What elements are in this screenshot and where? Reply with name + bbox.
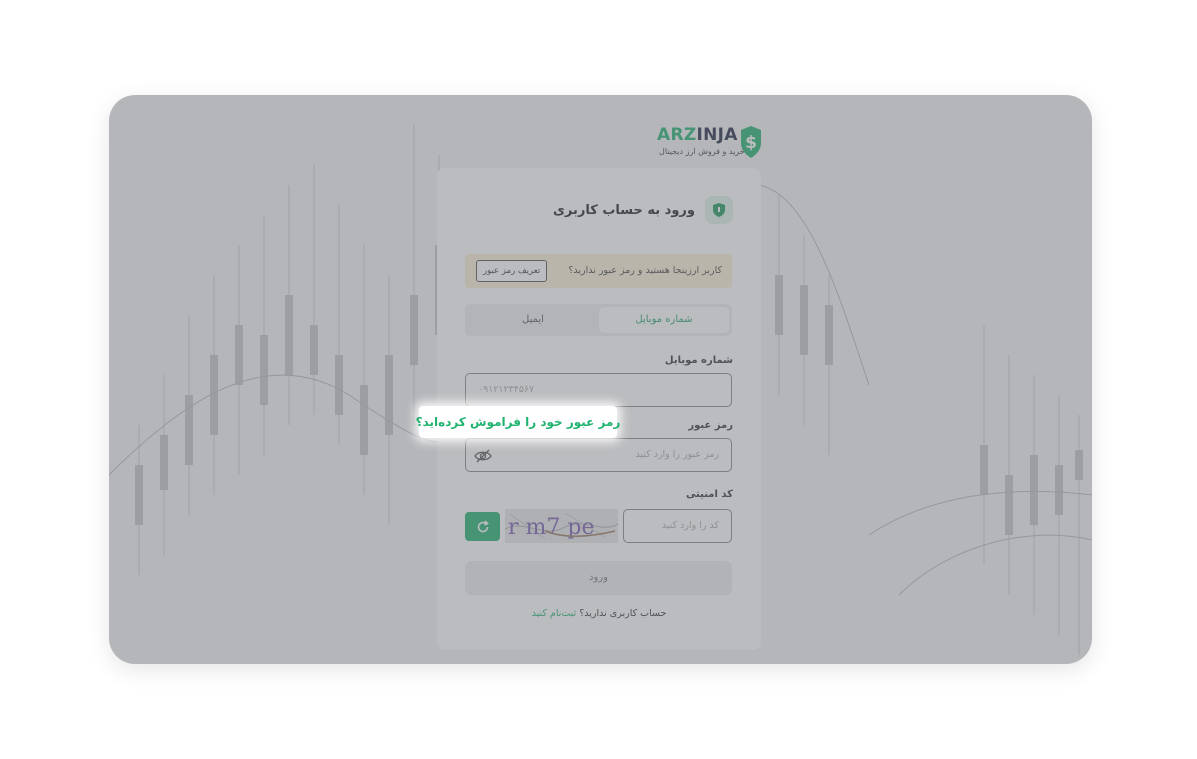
forgot-password-link[interactable]: رمز عبور خود را فراموش کرده‌اید؟ bbox=[416, 406, 620, 438]
dim-overlay bbox=[109, 95, 1092, 664]
screenshot-frame: ARZINJA خرید و فروش ارز دیجیتال $ ورود ب… bbox=[109, 95, 1092, 664]
